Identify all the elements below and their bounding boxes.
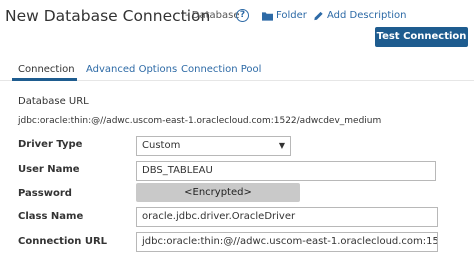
database-url-label: Database URL bbox=[18, 96, 89, 107]
test-connection-button[interactable]: Test Connection bbox=[375, 27, 468, 47]
user-name-label: User Name bbox=[18, 164, 80, 175]
help-icon[interactable]: ? bbox=[236, 9, 249, 22]
folder-link-label: Folder bbox=[276, 10, 307, 21]
pencil-icon bbox=[314, 11, 323, 20]
user-name-field[interactable]: DBS_TABLEAU bbox=[136, 161, 436, 181]
tab-connection[interactable]: Connection bbox=[18, 64, 75, 75]
active-tab-indicator bbox=[12, 78, 77, 81]
folder-icon bbox=[262, 11, 273, 21]
add-description-label: Add Description bbox=[327, 10, 407, 21]
driver-type-select[interactable]: Custom ▼ bbox=[136, 136, 291, 156]
connection-url-label: Connection URL bbox=[18, 236, 108, 247]
driver-type-label: Driver Type bbox=[18, 139, 83, 150]
chevron-down-icon: ▼ bbox=[278, 141, 285, 150]
page-title: New Database Connection bbox=[5, 7, 211, 25]
folder-link[interactable]: Folder bbox=[262, 10, 307, 21]
page-subtitle: - Database bbox=[185, 10, 240, 21]
database-url-value: jdbc:oracle:thin:@//adwc.uscom-east-1.or… bbox=[18, 116, 382, 126]
password-encrypted-button[interactable]: <Encrypted> bbox=[136, 183, 300, 202]
add-description-link[interactable]: Add Description bbox=[313, 10, 407, 21]
driver-type-value: Custom bbox=[142, 140, 181, 151]
tab-connection-pool[interactable]: Connection Pool bbox=[181, 64, 261, 75]
tab-advanced-options[interactable]: Advanced Options bbox=[86, 64, 177, 75]
class-name-field[interactable]: oracle.jdbc.driver.OracleDriver bbox=[136, 207, 438, 227]
connection-url-field[interactable]: jdbc:oracle:thin:@//adwc.uscom-east-1.or… bbox=[136, 232, 438, 252]
class-name-label: Class Name bbox=[18, 211, 84, 222]
password-label: Password bbox=[18, 188, 72, 199]
